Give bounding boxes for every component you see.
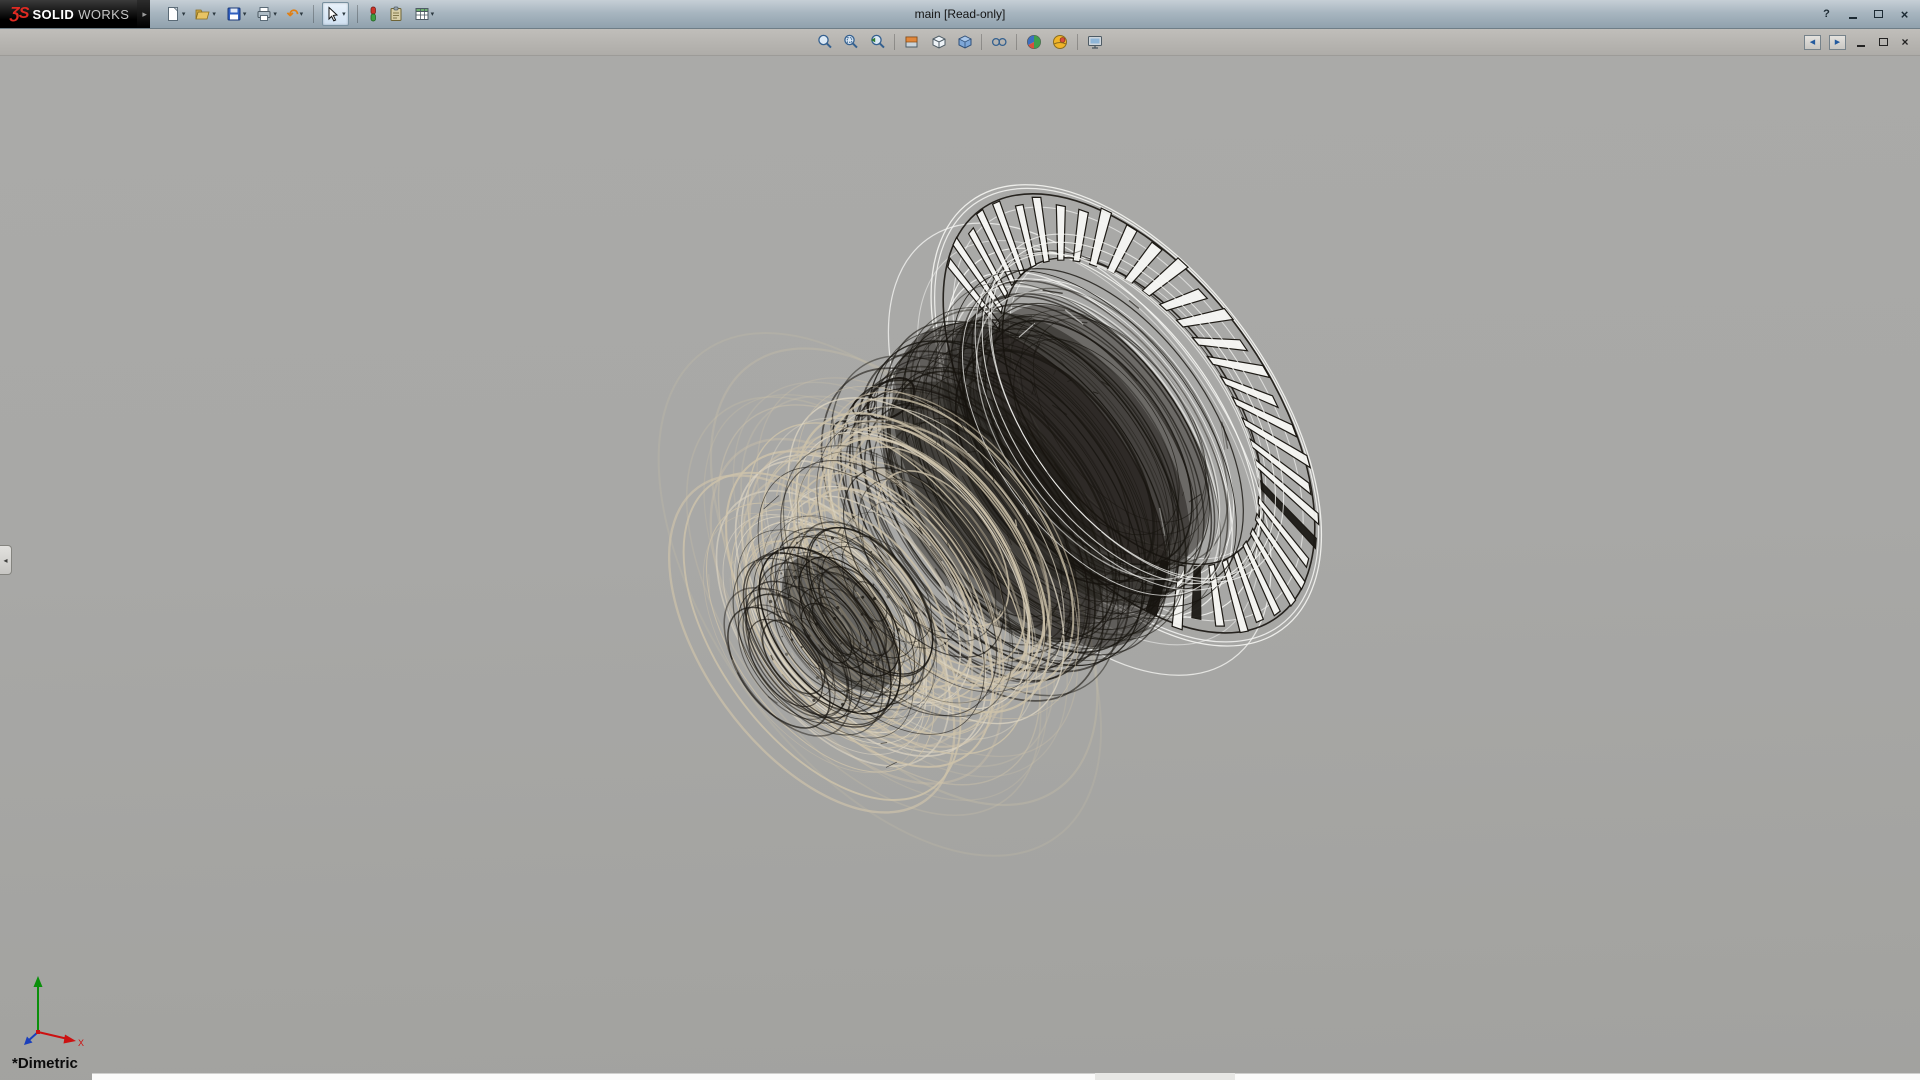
taskbar-sliver: [92, 1073, 1920, 1080]
toolbar-separator: [1077, 34, 1078, 50]
select-tool-button[interactable]: ▾: [322, 2, 349, 26]
previous-view-button[interactable]: [864, 31, 890, 54]
previous-view-icon: [868, 33, 886, 51]
x-axis-label: X: [78, 1038, 84, 1048]
zoom-to-area-button[interactable]: [838, 31, 864, 54]
display-style-icon: [955, 33, 973, 51]
hide-show-icon: [990, 33, 1008, 51]
logo-flyout-arrow[interactable]: ▸: [137, 0, 150, 28]
dropdown-arrow-icon[interactable]: ▾: [243, 10, 247, 18]
zoom-to-fit-icon: [816, 33, 834, 51]
previous-window-button[interactable]: ◀: [1804, 35, 1821, 50]
brand-name-bold: SOLID: [32, 7, 74, 22]
view-toolbar: [812, 29, 1108, 55]
x-axis-arrow: X: [38, 1032, 84, 1048]
panel-collapse-tab[interactable]: ◂: [0, 545, 12, 575]
view-orientation-button[interactable]: [925, 31, 951, 54]
new-document-icon: [165, 6, 181, 22]
document-title: main [Read-only]: [915, 0, 1006, 28]
window-controls: ? ×: [1819, 0, 1912, 28]
minimize-icon: [1849, 17, 1857, 19]
new-document-button[interactable]: ▾: [163, 2, 188, 26]
turbine-engine-wireframe: [0, 56, 1920, 1080]
toolbar-separator: [357, 5, 358, 23]
print-button[interactable]: ▾: [254, 2, 279, 26]
brand-name-light: WORKS: [78, 7, 129, 22]
maximize-icon: [1874, 10, 1883, 18]
toolbar-separator: [313, 5, 314, 23]
selection-filter-button[interactable]: [366, 2, 380, 26]
dropdown-arrow-icon[interactable]: ▾: [300, 10, 304, 18]
doc-restore-button[interactable]: [1876, 35, 1890, 49]
view-orientation-label: *Dimetric: [12, 1055, 78, 1072]
clipboard-icon: [388, 6, 404, 22]
printer-icon: [256, 6, 272, 22]
z-axis-arrow: [24, 1032, 38, 1045]
main-toolbar: ▾ ▾ ▾: [160, 0, 439, 28]
hide-show-items-button[interactable]: [986, 31, 1012, 54]
maximize-button[interactable]: [1871, 7, 1886, 22]
toolbar-separator: [1016, 34, 1017, 50]
toolbar-separator: [894, 34, 895, 50]
display-style-button[interactable]: [951, 31, 977, 54]
solidworks-window: ƷS SOLID WORKS ▸ ▾ ▾: [0, 0, 1920, 1080]
y-axis-arrow: [34, 976, 43, 1032]
save-floppy-icon: [226, 6, 242, 22]
document-window-controls: ◀ ▶ ×: [1804, 29, 1912, 55]
help-button[interactable]: ?: [1819, 7, 1834, 22]
toolbar-separator: [981, 34, 982, 50]
section-view-icon: [903, 33, 921, 51]
dropdown-arrow-icon[interactable]: ▾: [342, 10, 346, 18]
dropdown-arrow-icon[interactable]: ▾: [182, 10, 186, 18]
solidworks-logo-icon: ƷS: [10, 5, 28, 23]
design-table-button[interactable]: ▾: [412, 2, 437, 26]
filter-pill-icon: [368, 6, 378, 22]
appearance-ball-icon: [1025, 33, 1043, 51]
dropdown-arrow-icon[interactable]: ▾: [431, 10, 435, 18]
undo-arrow-icon: ↶: [287, 6, 299, 22]
restore-icon: [1879, 38, 1888, 46]
zoom-to-area-icon: [842, 33, 860, 51]
taskbar-sliver-notch: [1095, 1073, 1235, 1080]
view-settings-icon: [1086, 33, 1104, 51]
close-button[interactable]: ×: [1897, 7, 1912, 22]
table-icon: [414, 6, 430, 22]
doc-close-button[interactable]: ×: [1898, 35, 1912, 49]
solidworks-logo: ƷS SOLID WORKS: [0, 0, 137, 28]
open-folder-icon: [195, 6, 211, 22]
properties-button[interactable]: [386, 2, 406, 26]
open-document-button[interactable]: ▾: [193, 2, 218, 26]
orientation-triad: X: [22, 970, 94, 1052]
view-cube-icon: [929, 33, 947, 51]
zoom-to-fit-button[interactable]: [812, 31, 838, 54]
scene-ball-icon: [1051, 33, 1069, 51]
view-settings-button[interactable]: [1082, 31, 1108, 54]
next-window-button[interactable]: ▶: [1829, 35, 1846, 50]
minimize-button[interactable]: [1845, 7, 1860, 22]
dropdown-arrow-icon[interactable]: ▾: [273, 10, 277, 18]
triad-origin: [36, 1030, 40, 1034]
save-button[interactable]: ▾: [224, 2, 249, 26]
doc-minimize-button[interactable]: [1854, 35, 1868, 49]
undo-button[interactable]: ↶ ▾: [285, 2, 305, 26]
heads-up-toolbar-row: ◀ ▶ ×: [0, 29, 1920, 56]
edit-appearance-button[interactable]: [1021, 31, 1047, 54]
dropdown-arrow-icon[interactable]: ▾: [212, 10, 216, 18]
graphics-viewport[interactable]: ◂ X *Dimetric: [0, 56, 1920, 1080]
apply-scene-button[interactable]: [1047, 31, 1073, 54]
minimize-icon: [1857, 45, 1865, 47]
titlebar: ƷS SOLID WORKS ▸ ▾ ▾: [0, 0, 1920, 29]
select-cursor-icon: [325, 6, 341, 22]
section-view-button[interactable]: [899, 31, 925, 54]
